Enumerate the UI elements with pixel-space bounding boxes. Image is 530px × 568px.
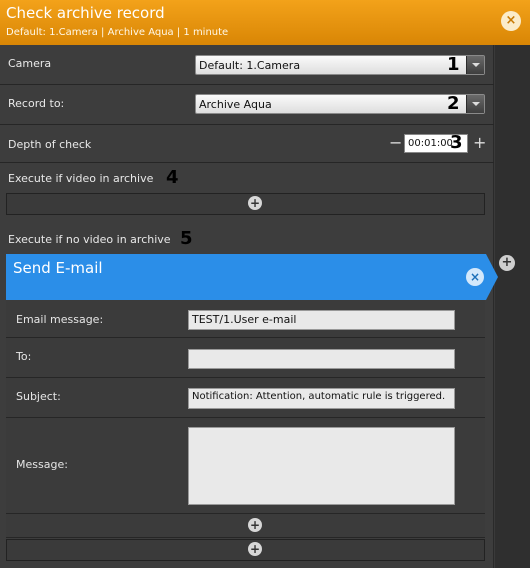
email-message-label: Email message: <box>16 313 104 326</box>
message-label: Message: <box>16 458 68 471</box>
record-to-label: Record to: <box>8 97 65 110</box>
message-field[interactable] <box>188 427 455 505</box>
right-strip <box>495 45 530 568</box>
send-email-add-row[interactable] <box>6 514 485 538</box>
exec-no-video-add-bar[interactable] <box>6 539 485 561</box>
camera-select[interactable]: Default: 1.Camera <box>195 55 485 75</box>
subject-field[interactable]: Notification: Attention, automatic rule … <box>188 388 455 409</box>
camera-select-value: Default: 1.Camera <box>199 59 301 72</box>
dialog-subtitle: Default: 1.Camera | Archive Aqua | 1 min… <box>6 27 229 38</box>
send-email-header-tip <box>486 254 498 300</box>
minus-icon[interactable]: − <box>389 133 402 152</box>
chevron-down-icon[interactable] <box>466 56 484 74</box>
add-icon[interactable]: + <box>248 196 262 210</box>
close-icon[interactable]: × <box>466 268 484 286</box>
add-icon[interactable]: + <box>248 518 262 532</box>
marker-3: 3 <box>450 132 463 153</box>
marker-4: 4 <box>166 167 179 188</box>
add-icon[interactable]: + <box>248 542 262 556</box>
email-message-select[interactable]: TEST/1.User e-mail <box>188 310 455 330</box>
send-email-title: Send E-mail <box>13 259 103 277</box>
record-to-select[interactable]: Archive Aqua <box>195 94 485 114</box>
to-label: To: <box>16 350 32 363</box>
camera-label: Camera <box>8 57 52 70</box>
close-icon[interactable]: × <box>501 11 521 31</box>
add-icon[interactable]: + <box>499 255 515 271</box>
to-field[interactable] <box>188 349 455 369</box>
record-to-select-value: Archive Aqua <box>199 98 272 111</box>
chevron-down-icon[interactable] <box>466 95 484 113</box>
subject-label: Subject: <box>16 390 61 403</box>
marker-2: 2 <box>447 93 460 114</box>
marker-1: 1 <box>447 54 460 75</box>
marker-5: 5 <box>180 228 193 249</box>
exec-no-video-label: Execute if no video in archive <box>8 233 171 246</box>
plus-icon[interactable]: + <box>473 133 486 152</box>
depth-label: Depth of check <box>8 138 92 151</box>
exec-video-label: Execute if video in archive <box>8 172 154 185</box>
dialog-title: Check archive record <box>6 4 165 22</box>
exec-video-add-bar[interactable] <box>6 193 485 215</box>
